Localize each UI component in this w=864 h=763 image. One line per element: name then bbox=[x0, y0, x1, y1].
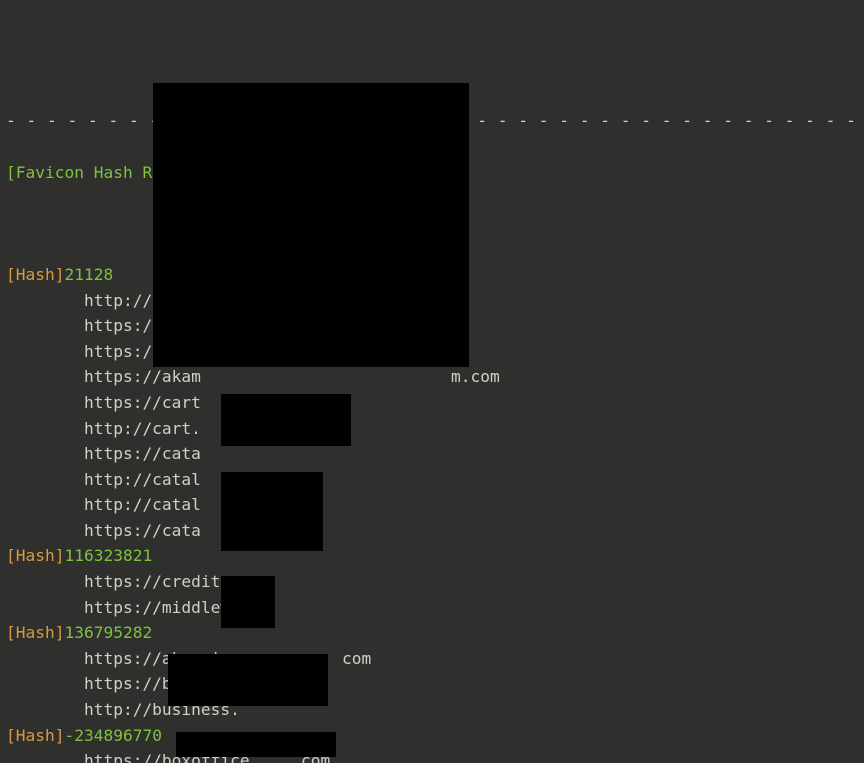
url-line: http://catal bbox=[6, 492, 864, 518]
url-text: https://akamai-p bbox=[6, 646, 240, 672]
url-line: https://akamai-p com bbox=[6, 646, 864, 672]
url-line: http://business. bbox=[6, 697, 864, 723]
url-line: https://boxoffice. com bbox=[6, 748, 864, 763]
section-title-dash: - bbox=[220, 160, 240, 186]
url-text: https://middleware bbox=[6, 595, 259, 621]
url-text: https://akam bbox=[6, 364, 201, 390]
url-suffix: com bbox=[342, 646, 371, 672]
hash-line: [Hash] 136795282 bbox=[6, 620, 864, 646]
url-text: http://business. bbox=[6, 697, 240, 723]
url-line: https://ads. bbox=[6, 339, 864, 365]
hash-value: 21128 bbox=[64, 262, 113, 288]
url-text: http://catal bbox=[6, 492, 201, 518]
url-text: https://apip bbox=[6, 313, 201, 339]
url-line: https://cart bbox=[6, 390, 864, 416]
url-text: https://cart bbox=[6, 390, 201, 416]
url-text: https://ads. bbox=[6, 339, 201, 365]
url-line: http://apipr bbox=[6, 288, 864, 314]
url-text: http://cart. bbox=[6, 416, 201, 442]
hash-line: [Hash] -234896770 bbox=[6, 723, 864, 749]
url-line: https://credit-car bbox=[6, 569, 864, 595]
hash-value: 116323821 bbox=[64, 543, 152, 569]
hash-label: [Hash] bbox=[6, 723, 64, 749]
url-line: https://business bbox=[6, 671, 864, 697]
hash-value: 136795282 bbox=[64, 620, 152, 646]
url-text: http://apipr bbox=[6, 288, 201, 314]
hash-label: [Hash] bbox=[6, 620, 64, 646]
url-line: https://cata bbox=[6, 441, 864, 467]
url-text: http://catal bbox=[6, 467, 201, 493]
divider-line: - - - - - - - - - - - - - - - - - - - - … bbox=[6, 108, 864, 134]
url-line: https://apip bbox=[6, 313, 864, 339]
blank-line bbox=[6, 211, 864, 237]
url-text: https://cata bbox=[6, 441, 201, 467]
url-line: http://catal bbox=[6, 467, 864, 493]
url-text: https://credit-car bbox=[6, 569, 259, 595]
hash-value: -234896770 bbox=[64, 723, 161, 749]
url-text: https://boxoffice. bbox=[6, 748, 259, 763]
url-suffix: com bbox=[301, 748, 330, 763]
hash-line: [Hash] 116323821 bbox=[6, 543, 864, 569]
url-text: https://cata bbox=[6, 518, 201, 544]
url-suffix: m.com bbox=[451, 364, 500, 390]
url-line: https://middleware bbox=[6, 595, 864, 621]
hash-label: [Hash] bbox=[6, 543, 64, 569]
section-title: [Favicon Hash Results] - bbox=[6, 160, 864, 186]
url-text: https://business bbox=[6, 671, 240, 697]
hash-label: [Hash] bbox=[6, 262, 64, 288]
url-line: http://cart. bbox=[6, 416, 864, 442]
url-line: https://akam m.com bbox=[6, 364, 864, 390]
section-title-label: [Favicon Hash Results] bbox=[6, 160, 220, 186]
hash-line: [Hash] 21128 bbox=[6, 262, 864, 288]
url-line: https://cata bbox=[6, 518, 864, 544]
results-output: [Hash] 21128 http://apipr https://apip h… bbox=[6, 262, 864, 763]
